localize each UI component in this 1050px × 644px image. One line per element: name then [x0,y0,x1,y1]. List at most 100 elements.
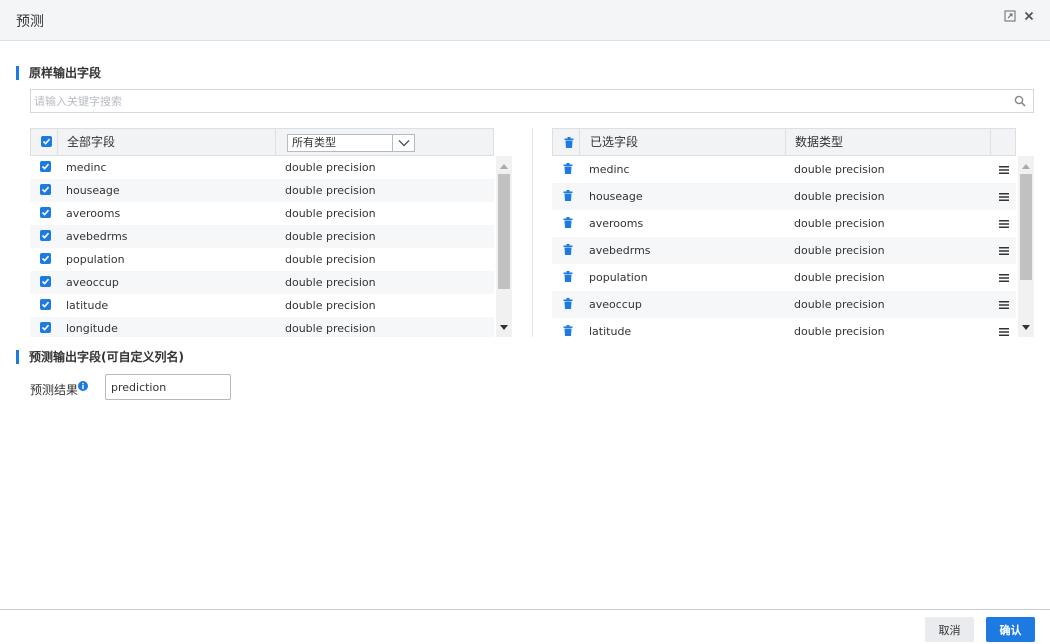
prediction-fields-section-title: 预测输出字段(可自定义列名) [16,350,184,364]
field-name: medinc [66,161,107,174]
cancel-button[interactable]: 取消 [925,617,974,642]
field-name: longitude [66,322,118,335]
trash-icon[interactable] [563,325,573,336]
drag-handle-icon[interactable] [999,328,1009,336]
field-name: population [66,253,125,266]
all-fields-row[interactable]: aveoccup double precision [30,271,494,294]
type-filter-select[interactable]: 所有类型 [287,134,415,152]
field-type: double precision [285,253,376,266]
field-type: double precision [794,271,885,284]
field-name: population [589,271,648,284]
selected-fields-row[interactable]: avebedrms double precision [552,237,1016,264]
selected-fields-list: medinc double precision houseage double pre… [552,156,1016,337]
selected-fields-scrollbar[interactable] [1018,156,1034,337]
field-type: double precision [794,163,885,176]
trash-icon[interactable] [563,271,573,282]
field-type: double precision [794,325,885,337]
field-name: aveoccup [589,298,642,311]
field-type: double precision [285,276,376,289]
field-name: latitude [589,325,632,337]
row-checkbox[interactable] [40,253,51,264]
field-name: houseage [66,184,120,197]
footer-divider [0,609,1050,610]
row-checkbox[interactable] [40,207,51,218]
all-fields-row[interactable]: population double precision [30,248,494,271]
scroll-up-arrow-icon[interactable] [500,163,508,169]
drag-handle-icon[interactable] [999,193,1009,201]
trash-icon[interactable] [563,244,573,255]
row-checkbox[interactable] [40,184,51,195]
panel-divider [532,128,533,337]
all-fields-list: medinc double precision houseage double pre… [30,156,494,337]
selected-fields-header: 已选字段 数据类型 [552,128,1016,156]
close-icon[interactable] [1023,10,1037,24]
scrollbar-thumb[interactable] [498,174,510,289]
trash-icon[interactable] [563,298,573,309]
row-checkbox[interactable] [40,161,51,172]
selected-fields-row[interactable]: medinc double precision [552,156,1016,183]
all-fields-row[interactable]: averooms double precision [30,202,494,225]
select-all-checkbox[interactable] [41,136,52,147]
data-type-column-header: 数据类型 [795,135,844,149]
field-type: double precision [285,230,376,243]
field-name: latitude [66,299,109,312]
type-filter-value: 所有类型 [292,136,336,149]
all-fields-scrollbar[interactable] [496,156,512,337]
all-fields-row[interactable]: avebedrms double precision [30,225,494,248]
prediction-result-label: 预测结果 [30,383,79,397]
clear-all-trash-icon[interactable] [564,137,574,148]
field-type: double precision [285,184,376,197]
drag-handle-icon[interactable] [999,220,1009,228]
all-fields-row[interactable]: longitude double precision [30,317,494,337]
all-fields-row[interactable]: houseage double precision [30,179,494,202]
dialog-titlebar: 预测 [0,0,1050,41]
info-icon[interactable] [78,381,88,391]
selected-fields-row[interactable]: latitude double precision [552,318,1016,337]
selected-fields-row[interactable]: averooms double precision [552,210,1016,237]
search-input[interactable] [31,90,1001,112]
scroll-down-arrow-icon[interactable] [500,325,508,331]
all-fields-row[interactable]: latitude double precision [30,294,494,317]
search-icon[interactable] [1014,95,1026,107]
scroll-up-arrow-icon[interactable] [1022,163,1030,169]
all-fields-header: 全部字段 所有类型 [30,128,494,156]
prediction-result-input[interactable] [105,374,231,400]
scroll-down-arrow-icon[interactable] [1022,325,1030,331]
field-type: double precision [794,217,885,230]
row-checkbox[interactable] [40,299,51,310]
selected-fields-row[interactable]: aveoccup double precision [552,291,1016,318]
drag-handle-icon[interactable] [999,166,1009,174]
field-type: double precision [285,299,376,312]
trash-icon[interactable] [563,190,573,201]
field-name: averooms [66,207,121,220]
row-checkbox[interactable] [40,322,51,333]
trash-icon[interactable] [563,163,573,174]
field-type: double precision [794,190,885,203]
drag-handle-icon[interactable] [999,247,1009,255]
chevron-down-icon [392,135,414,151]
search-box [30,89,1034,113]
confirm-button[interactable]: 确认 [986,617,1035,642]
field-name: medinc [589,163,630,176]
all-fields-panel: 全部字段 所有类型 medinc double precision houseage… [30,128,512,337]
all-fields-row[interactable]: medinc double precision [30,156,494,179]
drag-handle-icon[interactable] [999,301,1009,309]
maximize-icon[interactable] [1004,10,1018,24]
selected-fields-column-header: 已选字段 [590,135,639,149]
field-type: double precision [794,298,885,311]
dialog-title: 预测 [16,14,44,30]
all-fields-column-header: 全部字段 [67,135,116,149]
drag-handle-icon[interactable] [999,274,1009,282]
field-type: double precision [794,244,885,257]
selected-fields-row[interactable]: population double precision [552,264,1016,291]
row-checkbox[interactable] [40,230,51,241]
field-name: averooms [589,217,644,230]
trash-icon[interactable] [563,217,573,228]
scrollbar-thumb[interactable] [1020,174,1032,280]
field-type: double precision [285,207,376,220]
row-checkbox[interactable] [40,276,51,287]
selected-fields-row[interactable]: houseage double precision [552,183,1016,210]
selected-fields-panel: 已选字段 数据类型 medinc double precision houseage… [552,128,1034,337]
field-name: avebedrms [589,244,651,257]
field-name: aveoccup [66,276,119,289]
